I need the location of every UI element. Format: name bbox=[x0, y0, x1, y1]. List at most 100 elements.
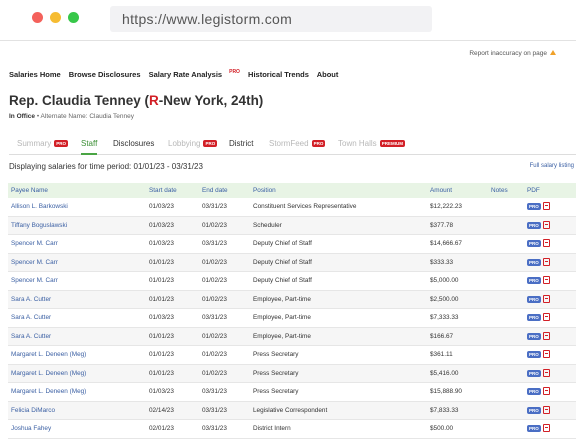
tab-disclosures[interactable]: Disclosures bbox=[113, 134, 154, 154]
address-bar[interactable]: https://www.legistorm.com bbox=[110, 6, 432, 32]
position: Scheduler bbox=[250, 216, 427, 235]
payee-name[interactable]: Margaret L. Deneen (Meg) bbox=[8, 382, 146, 402]
column-header-end-date[interactable]: End date bbox=[199, 183, 250, 198]
table-row: Felicia DiMarco 02/14/23 03/31/23 Legislati… bbox=[8, 401, 576, 420]
table-row: Allison L. Barkowski 01/03/23 03/31/23 Cons… bbox=[8, 198, 576, 217]
end-date: 01/02/23 bbox=[199, 327, 250, 346]
payee-name[interactable]: Joshua Fahey bbox=[8, 419, 146, 439]
position: Deputy Chief of Staff bbox=[250, 234, 427, 254]
position: Press Secretary bbox=[250, 382, 427, 402]
tab-stormfeed-label: StormFeed bbox=[269, 139, 309, 148]
payee-name[interactable]: Sara A. Cutter bbox=[8, 327, 146, 346]
nav-historical-trends[interactable]: Historical Trends bbox=[248, 70, 309, 79]
pdf-icon[interactable] bbox=[542, 257, 550, 266]
payee-name[interactable]: Spencer M. Carr bbox=[8, 234, 146, 254]
position: Constituent Services Representative bbox=[250, 198, 427, 217]
main-nav: Salaries Home Browse Disclosures Salary … bbox=[9, 69, 344, 79]
tab-district[interactable]: District bbox=[229, 134, 253, 154]
payee-name[interactable]: Allison L. Barkowski bbox=[8, 198, 146, 217]
pro-badge[interactable]: PRO bbox=[527, 203, 541, 211]
start-date: 02/14/23 bbox=[146, 401, 199, 420]
payee-name[interactable]: Spencer M. Carr bbox=[8, 253, 146, 272]
end-date: 03/31/23 bbox=[199, 198, 250, 217]
nav-browse-disclosures[interactable]: Browse Disclosures bbox=[69, 70, 141, 79]
payee-name[interactable]: Sara A. Cutter bbox=[8, 308, 146, 328]
report-inaccuracy-label: Report inaccuracy on page bbox=[469, 50, 547, 57]
start-date: 01/03/23 bbox=[146, 308, 199, 328]
pdf-icon[interactable] bbox=[542, 424, 550, 433]
payee-name[interactable]: Margaret L. Deneen (Meg) bbox=[8, 364, 146, 383]
end-date: 01/02/23 bbox=[199, 271, 250, 291]
notes bbox=[488, 216, 524, 235]
tab-summary[interactable]: Summary PRO bbox=[17, 134, 68, 154]
title-prefix: Rep. Claudia Tenney ( bbox=[9, 93, 150, 108]
report-inaccuracy-link[interactable]: Report inaccuracy on page bbox=[469, 50, 556, 57]
pdf-cell: PRO bbox=[524, 419, 576, 439]
pro-badge[interactable]: PRO bbox=[527, 332, 541, 340]
column-header-amount[interactable]: Amount bbox=[427, 183, 488, 198]
maximize-window-icon[interactable] bbox=[68, 12, 79, 23]
pro-badge[interactable]: PRO bbox=[527, 406, 541, 414]
position: Deputy Chief of Staff bbox=[250, 271, 427, 291]
toolbar-divider bbox=[0, 40, 576, 41]
notes bbox=[488, 234, 524, 254]
column-header-position[interactable]: Position bbox=[250, 183, 427, 198]
nav-salary-rate-analysis[interactable]: Salary Rate Analysis PRO bbox=[149, 69, 240, 79]
pdf-cell: PRO bbox=[524, 327, 576, 346]
table-row: Spencer M. Carr 01/03/23 03/31/23 Deputy Ch… bbox=[8, 234, 576, 254]
tab-stormfeed[interactable]: StormFeed PRO bbox=[269, 134, 326, 154]
warning-icon bbox=[550, 50, 556, 55]
pdf-icon[interactable] bbox=[542, 202, 550, 211]
payee-name[interactable]: Felicia DiMarco bbox=[8, 401, 146, 420]
pro-badge[interactable]: PRO bbox=[527, 277, 541, 285]
pro-badge[interactable]: PRO bbox=[527, 295, 541, 303]
pro-badge[interactable]: PRO bbox=[527, 369, 541, 377]
amount: $500.00 bbox=[427, 419, 488, 439]
pdf-icon[interactable] bbox=[542, 331, 550, 340]
tab-lobbying[interactable]: Lobbying PRO bbox=[168, 134, 218, 154]
payee-name[interactable]: Tiffany Boguslawski bbox=[8, 216, 146, 235]
premium-badge: PREMIUM bbox=[379, 140, 405, 147]
party-letter: R bbox=[149, 93, 159, 108]
nav-salaries-home[interactable]: Salaries Home bbox=[9, 70, 61, 79]
pro-badge[interactable]: PRO bbox=[527, 351, 541, 359]
pdf-cell: PRO bbox=[524, 290, 576, 309]
pdf-icon[interactable] bbox=[542, 239, 550, 248]
pro-badge[interactable]: PRO bbox=[527, 314, 541, 322]
pro-badge[interactable]: PRO bbox=[527, 221, 541, 229]
column-header-start-date[interactable]: Start date bbox=[146, 183, 199, 198]
pro-badge[interactable]: PRO bbox=[527, 425, 541, 433]
pdf-icon[interactable] bbox=[542, 350, 550, 359]
tab-town-halls[interactable]: Town Halls PREMIUM bbox=[338, 134, 405, 154]
alt-name: Claudia Tenney bbox=[89, 113, 135, 120]
payee-name[interactable]: Spencer M. Carr bbox=[8, 271, 146, 291]
payee-name[interactable]: Margaret L. Deneen (Meg) bbox=[8, 345, 146, 365]
pdf-icon[interactable] bbox=[542, 294, 550, 303]
pro-badge[interactable]: PRO bbox=[527, 240, 541, 248]
amount: $2,500.00 bbox=[427, 290, 488, 309]
nav-about[interactable]: About bbox=[317, 70, 339, 79]
amount: $14,666.67 bbox=[427, 234, 488, 254]
end-date: 01/02/23 bbox=[199, 216, 250, 235]
tab-staff[interactable]: Staff bbox=[81, 134, 98, 155]
end-date: 01/02/23 bbox=[199, 290, 250, 309]
close-window-icon[interactable] bbox=[32, 12, 43, 23]
column-header-notes: Notes bbox=[491, 187, 508, 194]
pro-badge[interactable]: PRO bbox=[527, 388, 541, 396]
pdf-cell: PRO bbox=[524, 253, 576, 272]
pdf-icon[interactable] bbox=[542, 313, 550, 322]
minimize-window-icon[interactable] bbox=[50, 12, 61, 23]
amount: $5,000.00 bbox=[427, 271, 488, 291]
pdf-icon[interactable] bbox=[542, 387, 550, 396]
payee-name[interactable]: Sara A. Cutter bbox=[8, 290, 146, 309]
pdf-icon[interactable] bbox=[542, 276, 550, 285]
pro-badge[interactable]: PRO bbox=[527, 258, 541, 266]
notes bbox=[488, 364, 524, 383]
salary-table: Payee Name Start date End date Position … bbox=[8, 183, 576, 439]
column-header-payee[interactable]: Payee Name bbox=[8, 183, 146, 198]
full-salary-listing-link[interactable]: Full salary listing bbox=[530, 163, 574, 169]
pdf-icon[interactable] bbox=[542, 405, 550, 414]
pdf-icon[interactable] bbox=[542, 368, 550, 377]
amount: $333.33 bbox=[427, 253, 488, 272]
pdf-icon[interactable] bbox=[542, 220, 550, 229]
